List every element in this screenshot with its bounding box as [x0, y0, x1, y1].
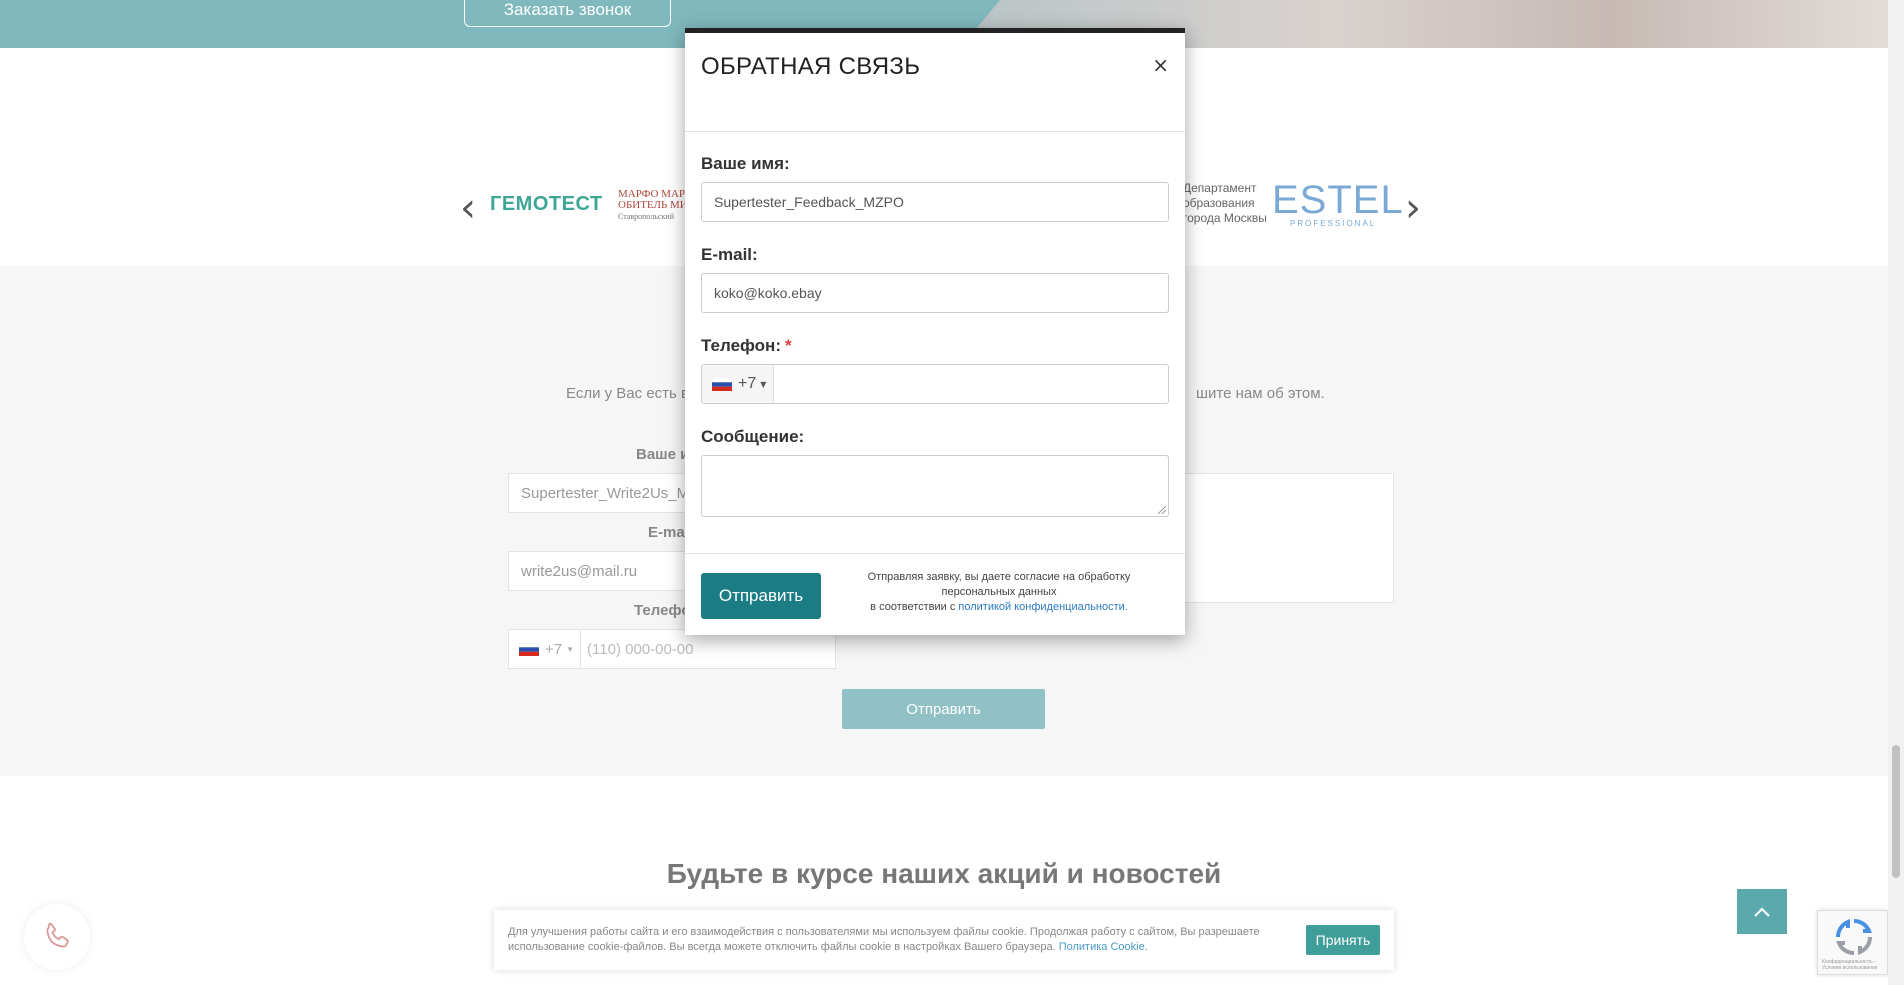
page-scrollbar[interactable]	[1888, 0, 1904, 985]
modal-name-input[interactable]: Supertester_Feedback_MZPO	[701, 182, 1169, 222]
privacy-policy-link[interactable]: политикой конфиденциальности.	[958, 601, 1127, 613]
write-us-phone-placeholder: (110) 000-00-00	[587, 640, 694, 658]
modal-name-label: Ваше имя:	[701, 154, 790, 173]
partner-logo-dept-line1: Департамент	[1183, 181, 1257, 195]
write-us-email-label: E-ma	[648, 524, 685, 541]
write-us-phone-label: Телефо	[634, 602, 691, 619]
chevron-down-icon: ▼	[760, 379, 767, 389]
modal-consent-text: Отправляя заявку, вы даете согласие на о…	[849, 570, 1149, 615]
write-us-intro-right: шите нам об этом.	[1196, 385, 1325, 402]
modal-phone-input[interactable]: +7 ▼	[701, 364, 1169, 404]
modal-consent-line2: в соответствии с	[870, 601, 956, 613]
recaptcha-text[interactable]: Конфиденциальность - Условия использован…	[1822, 959, 1887, 971]
news-section-title: Будьте в курсе наших акций и новостей	[666, 858, 1222, 889]
country-code-select[interactable]: +7 ▼	[702, 365, 774, 403]
modal-message-input[interactable]	[701, 455, 1169, 517]
modal-phone-label: Телефон: *	[701, 336, 792, 356]
modal-title: ОБРАТНАЯ СВЯЗЬ	[701, 53, 921, 80]
write-us-message-input[interactable]	[1180, 473, 1394, 603]
cookie-text: Для улучшения работы сайта и его взаимод…	[508, 925, 1268, 955]
cookie-accept-button[interactable]: Принять	[1306, 925, 1380, 955]
chevron-up-icon	[1754, 906, 1770, 917]
feedback-modal: ОБРАТНАЯ СВЯЗЬ × Ваше имя: Supertester_F…	[685, 28, 1185, 635]
write-us-phone-input[interactable]: +7 ▼ (110) 000-00-00	[508, 629, 836, 669]
scrollbar-thumb[interactable]	[1892, 745, 1900, 878]
recaptcha-icon	[1835, 918, 1873, 956]
close-icon[interactable]: ×	[1152, 55, 1169, 75]
partner-logo-estel-text: ESTEL	[1272, 178, 1404, 222]
partner-logo-dept-line2: образования	[1183, 196, 1255, 210]
recaptcha-badge[interactable]: Конфиденциальность - Условия использован…	[1817, 910, 1888, 975]
modal-phone-code: +7	[738, 375, 757, 392]
modal-header-divider	[685, 131, 1185, 132]
partner-logo-marfo-line2: ОБИТЕЛЬ МИЛ	[618, 199, 688, 211]
cookie-policy-link[interactable]: Политика Cookie.	[1059, 941, 1148, 953]
modal-send-button[interactable]: Отправить	[701, 573, 821, 619]
partner-logo-gemotest: ГЕМОТЕСТ	[490, 193, 603, 216]
modal-email-input[interactable]: koko@koko.ebay	[701, 273, 1169, 313]
write-us-phone-code: +7	[545, 640, 563, 658]
phone-icon	[46, 922, 69, 948]
carousel-next-icon[interactable]: ›	[1405, 188, 1425, 228]
write-us-name-label: Ваше и	[636, 446, 690, 463]
cookie-banner: Для улучшения работы сайта и его взаимод…	[494, 910, 1394, 970]
write-us-intro-left: Если у Вас есть в	[566, 385, 689, 402]
back-to-top-button[interactable]	[1737, 889, 1787, 934]
required-marker: *	[785, 336, 792, 355]
russia-flag-icon	[519, 642, 539, 656]
call-widget-button[interactable]	[24, 904, 90, 970]
modal-footer-divider	[685, 553, 1185, 554]
russia-flag-icon	[712, 377, 732, 391]
divider	[580, 629, 582, 669]
partner-logo-estel: ESTEL PROFESSIONAL	[1272, 180, 1404, 228]
partner-logo-dept-education: Департамент образования города Москвы	[1183, 181, 1267, 226]
modal-consent-line1: Отправляя заявку, вы даете согласие на о…	[867, 571, 1131, 598]
chevron-down-icon: ▼	[566, 644, 575, 654]
partner-logo-gemotest-text: ГЕМОТЕСТ	[490, 193, 603, 215]
carousel-prev-icon[interactable]: ‹	[460, 188, 480, 228]
modal-email-label: E-mail:	[701, 245, 758, 264]
write-us-send-button[interactable]: Отправить	[842, 689, 1045, 729]
modal-message-label: Сообщение:	[701, 427, 805, 446]
partner-logo-marfo: МАРФО МАРИ ОБИТЕЛЬ МИЛ Ставропольский	[618, 189, 688, 222]
partner-logo-marfo-sub: Ставропольский	[618, 212, 674, 221]
resize-handle-icon[interactable]	[1158, 506, 1166, 514]
partner-logo-dept-line3: города Москвы	[1183, 211, 1267, 225]
modal-phone-label-text: Телефон:	[701, 336, 781, 355]
order-call-button[interactable]: Заказать звонок	[464, 0, 671, 27]
